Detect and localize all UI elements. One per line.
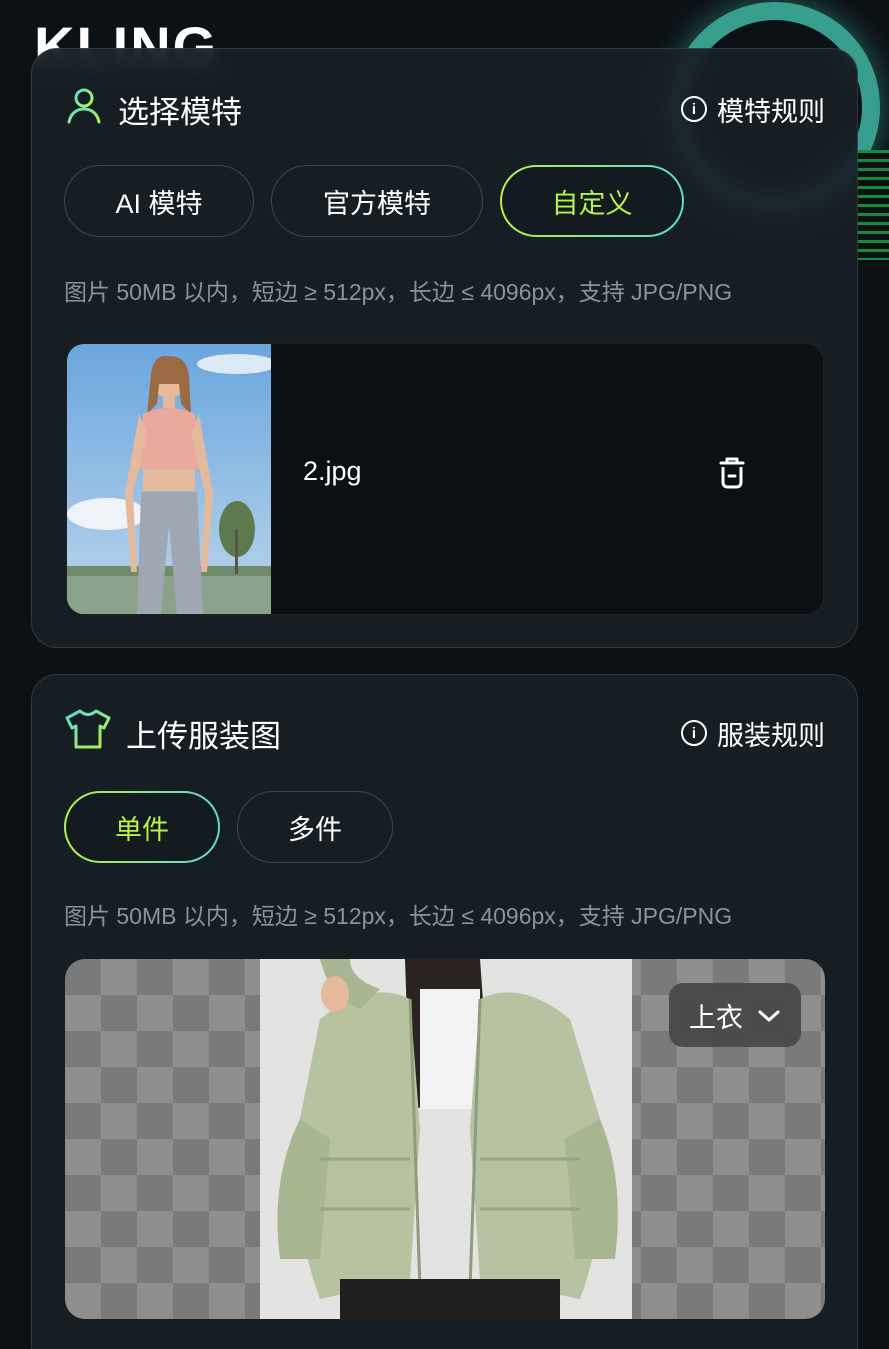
model-thumbnail[interactable] [67, 344, 271, 614]
garment-upload-hint: 图片 50MB 以内，短边 ≥ 512px，长边 ≤ 4096px，支持 JPG… [64, 903, 733, 929]
shirt-icon [64, 708, 112, 758]
category-dropdown[interactable]: 上衣 [669, 983, 801, 1047]
garment-rules-link[interactable]: i 服装规则 [681, 714, 825, 753]
garment-tabs: 单件 多件 [64, 791, 393, 863]
model-rules-link[interactable]: i 模特规则 [681, 90, 825, 129]
garment-title-group: 上传服装图 [64, 708, 281, 758]
model-tabs: AI 模特 官方模特 自定义 [64, 165, 684, 237]
trash-icon[interactable] [715, 454, 749, 490]
tab-multi-piece[interactable]: 多件 [237, 791, 393, 863]
model-card-header: 选择模特 i 模特规则 [64, 87, 825, 131]
garment-image [260, 959, 632, 1319]
info-icon: i [681, 720, 707, 746]
user-icon [64, 85, 104, 133]
model-title-group: 选择模特 [64, 85, 242, 133]
garment-section-title: 上传服装图 [126, 718, 281, 754]
tab-official-model[interactable]: 官方模特 [271, 165, 483, 237]
tab-single-piece[interactable]: 单件 [64, 791, 220, 863]
model-rules-label: 模特规则 [717, 96, 825, 127]
model-selection-card: 选择模特 i 模特规则 AI 模特 官方模特 自定义 图片 50MB 以内，短边… [31, 48, 858, 648]
info-icon: i [681, 96, 707, 122]
chevron-down-icon [757, 1000, 781, 1031]
model-file-name: 2.jpg [303, 456, 362, 486]
model-upload-hint: 图片 50MB 以内，短边 ≥ 512px，长边 ≤ 4096px，支持 JPG… [64, 279, 733, 305]
category-value: 上衣 [689, 1002, 743, 1033]
model-section-title: 选择模特 [118, 94, 242, 130]
tab-custom-model[interactable]: 自定义 [500, 165, 684, 237]
garment-card-header: 上传服装图 i 服装规则 [64, 708, 825, 758]
garment-upload-card: 上传服装图 i 服装规则 单件 多件 图片 50MB 以内，短边 ≥ 512px… [31, 674, 858, 1349]
tab-ai-model[interactable]: AI 模特 [64, 165, 254, 237]
garment-preview[interactable]: 上衣 [65, 959, 825, 1319]
uploaded-model-item: 2.jpg [66, 343, 824, 615]
garment-rules-label: 服装规则 [717, 720, 825, 751]
decorative-stripes [856, 150, 889, 260]
